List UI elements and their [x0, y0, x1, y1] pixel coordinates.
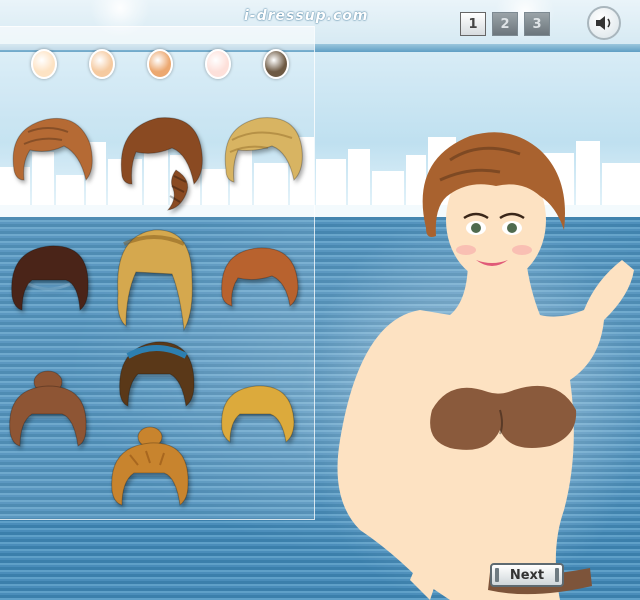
- button-grip-right: [555, 568, 559, 582]
- page-3-button[interactable]: 3: [524, 12, 550, 36]
- skin-tone-swatch-2[interactable]: [89, 49, 115, 79]
- hairstyle-option-5[interactable]: [112, 222, 196, 334]
- hairstyle-option-6[interactable]: [216, 240, 300, 312]
- site-logo: i-dressup.com: [244, 8, 369, 24]
- next-button[interactable]: Next: [490, 563, 564, 587]
- speaker-icon: [596, 16, 611, 30]
- page-1-button[interactable]: 1: [460, 12, 486, 36]
- skin-tone-swatch-3[interactable]: [147, 49, 173, 79]
- hairstyle-option-4[interactable]: [8, 240, 92, 316]
- hairstyle-option-9[interactable]: [216, 380, 296, 446]
- hairstyle-option-8[interactable]: [114, 336, 198, 412]
- page-2-button[interactable]: 2: [492, 12, 518, 36]
- hairstyle-option-7[interactable]: [6, 368, 90, 448]
- page-selector: 1 2 3: [460, 12, 550, 36]
- skin-tone-swatch-5[interactable]: [263, 49, 289, 79]
- hairstyle-option-1[interactable]: [8, 110, 96, 190]
- sound-toggle-button[interactable]: [587, 6, 621, 40]
- hairstyle-option-10[interactable]: [108, 425, 192, 509]
- game-stage: i-dressup.com 1 2 3 Next: [0, 0, 640, 600]
- skin-tone-swatch-4[interactable]: [205, 49, 231, 79]
- next-button-label: Next: [509, 567, 545, 583]
- button-grip-left: [495, 568, 499, 582]
- hairstyle-option-2[interactable]: [114, 110, 206, 212]
- hairstyle-option-3[interactable]: [218, 110, 304, 196]
- dressup-model: [300, 132, 640, 600]
- skin-tone-swatch-1[interactable]: [31, 49, 57, 79]
